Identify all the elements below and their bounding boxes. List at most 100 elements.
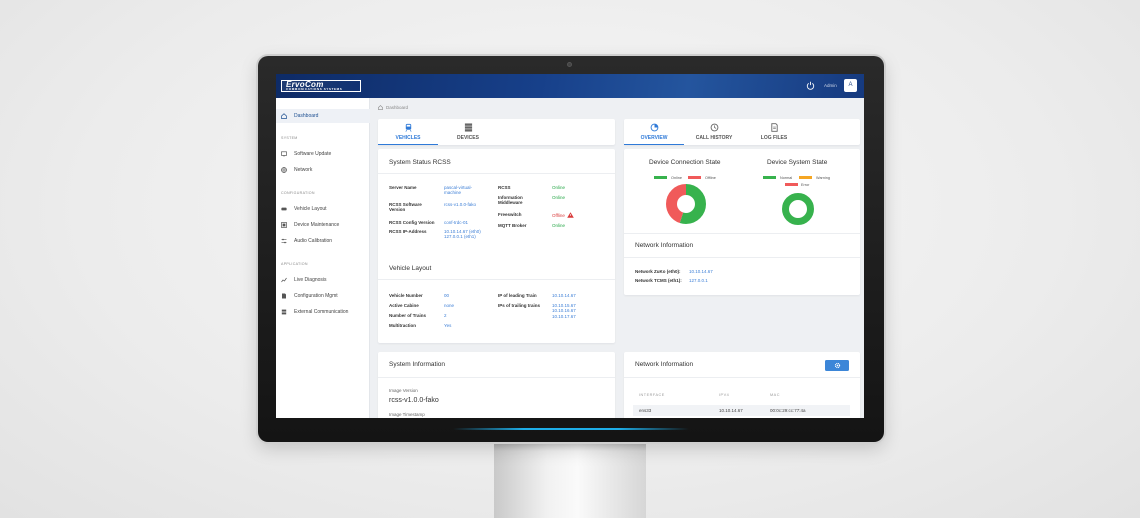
avatar[interactable]: A (844, 79, 857, 92)
network-tcms-label: Network TCMS (eth1): (635, 278, 682, 283)
tab-overview[interactable]: OVERVIEW (624, 119, 684, 145)
system-information-panel: System Information Image Version rcss-v1… (378, 352, 615, 418)
tab-label: VEHICLES (395, 135, 421, 141)
file-icon (282, 293, 286, 299)
number-of-trains-label: Number of Trains (389, 313, 427, 318)
train-icon (281, 207, 287, 211)
tab-label: DEVICES (457, 135, 479, 141)
network-table-title: Network Information (635, 361, 694, 368)
active-cabine-value: none (444, 303, 455, 308)
system-information-title: System Information (389, 361, 445, 368)
sidebar: Dashboard SYSTEM Software Update Network… (276, 98, 370, 418)
gear-icon (834, 362, 840, 369)
ip-line: 127.0.0.1 (eth1) (444, 234, 476, 240)
left-tabs: VEHICLES DEVICES (378, 119, 498, 145)
device-connection-donut (666, 184, 706, 224)
monitor-icon (281, 151, 287, 157)
sidebar-section-configuration: CONFIGURATION (281, 191, 315, 195)
tab-devices[interactable]: DEVICES (438, 119, 498, 145)
sidebar-section-system: SYSTEM (281, 136, 298, 140)
tab-label: LOG FILES (760, 135, 788, 141)
network-zuko-label: Network ZuKo (eth0): (635, 269, 681, 274)
right-tab-panel: OVERVIEW CALL HISTORY LOG FILES (624, 119, 860, 145)
divider (624, 233, 860, 234)
table-cell-ipv4: 10.10.14.67 (719, 408, 743, 413)
logo-subtext: COMMUNICATIONS SYSTEMS (286, 87, 343, 91)
breadcrumb-home-icon[interactable] (378, 105, 383, 111)
sidebar-item-label: Network (294, 167, 313, 173)
sidebar-item-audio-calibration[interactable]: Audio Calibration (276, 234, 370, 248)
legend-error-label: Error (801, 182, 810, 187)
sidebar-item-live-diagnosis[interactable]: Live Diagnosis (276, 273, 370, 287)
monitor-glow (453, 428, 689, 430)
monitor-stand (494, 441, 646, 518)
rcss-ip-address-label: RCSS IP-Address (389, 229, 427, 234)
chart-icon (281, 277, 287, 283)
service-rcss-label: RCSS (498, 185, 511, 190)
sidebar-item-configuration-mgmt[interactable]: Configuration Mgmt (276, 289, 370, 303)
document-icon (770, 123, 778, 132)
brand-logo[interactable]: ErvoCom COMMUNICATIONS SYSTEMS (281, 80, 361, 92)
monitor-stand-shadow (494, 441, 646, 451)
breadcrumb: Dashboard (378, 105, 408, 111)
monitor-camera (567, 62, 572, 67)
power-icon[interactable] (806, 81, 815, 90)
sidebar-item-device-maintenance[interactable]: Device Maintenance (276, 218, 370, 232)
legend-offline-label: Offline (705, 175, 716, 180)
left-tab-panel: VEHICLES DEVICES (378, 119, 615, 145)
service-freeswitch-label: Freeswitch (498, 212, 522, 217)
legend-normal-swatch (763, 176, 776, 179)
server-name-label: Server Name (389, 185, 417, 190)
tab-call-history[interactable]: CALL HISTORY (684, 119, 744, 145)
tab-vehicles[interactable]: VEHICLES (378, 119, 438, 145)
sidebar-item-label: Configuration Mgmt (294, 293, 338, 299)
legend-offline-swatch (688, 176, 701, 179)
ip-line: 10.10.17.67 (552, 313, 576, 319)
sidebar-item-software-update[interactable]: Software Update (276, 147, 370, 161)
sidebar-item-label: Live Diagnosis (294, 277, 327, 283)
label-line: Version (389, 207, 406, 213)
image-version-value: rcss-v1.0.0-fako (389, 397, 439, 404)
device-connection-title: Device Connection State (649, 159, 721, 166)
vehicle-number-label: Vehicle Number (389, 293, 423, 298)
rcss-config-version-value: conf-trdc-01 (444, 220, 469, 225)
top-bar: ErvoCom COMMUNICATIONS SYSTEMS Admin A (276, 74, 864, 98)
network-settings-button[interactable] (825, 360, 849, 371)
table-cell-interface: ens33 (639, 408, 652, 413)
sidebar-section-application: APPLICATION (281, 262, 308, 266)
sidebar-item-network[interactable]: Network (276, 163, 370, 177)
sidebar-item-label: Device Maintenance (294, 222, 340, 228)
system-status-panel: System Status RCSS Server Name pascal-vi… (378, 149, 615, 343)
image-timestamp-label: Image Timestamp (389, 412, 425, 417)
admin-label: Admin (824, 83, 837, 88)
sidebar-item-label: Audio Calibration (294, 238, 333, 244)
service-information-middleware-state: Online (552, 195, 566, 200)
network-tcms-value: 127.0.0.1 (689, 278, 708, 283)
server-name-line: machine (444, 190, 462, 196)
overview-panel: Device Connection State Online Offline D… (624, 149, 860, 295)
sidebar-item-dashboard[interactable]: Dashboard (276, 109, 370, 123)
ips-trailing-trains-label: IPs of trailing trains (498, 303, 541, 308)
breadcrumb-current[interactable]: Dashboard (386, 105, 408, 110)
sidebar-item-label: Vehicle Layout (294, 206, 327, 212)
overview-icon (650, 123, 658, 132)
ip-leading-train-label: IP of leading Train (498, 293, 537, 298)
table-row[interactable]: ens33 10.10.14.67 00:0c:29:cc:77:4a (633, 405, 850, 416)
rcss-config-version-label: RCSS Config Version (389, 220, 435, 225)
tab-label: CALL HISTORY (695, 135, 733, 141)
rcss-software-version-value: rcss-v1.0.0-fako (444, 202, 477, 207)
multitraction-value: Yes (444, 323, 452, 328)
sidebar-item-external-communication[interactable]: External Communication (276, 305, 370, 319)
sidebar-item-vehicle-layout[interactable]: Vehicle Layout (276, 202, 370, 216)
legend-warning-label: Warning (816, 175, 830, 180)
system-status-title: System Status RCSS (389, 159, 451, 166)
divider (378, 279, 615, 280)
multitraction-label: Multitraction (389, 323, 416, 328)
network-zuko-value: 10.10.14.67 (689, 269, 713, 274)
service-information-middleware-label: Information Middleware (498, 195, 523, 206)
divider (624, 257, 860, 258)
divider (378, 173, 615, 174)
legend-warning-swatch (799, 176, 812, 179)
divider (378, 377, 615, 378)
tab-log-files[interactable]: LOG FILES (744, 119, 804, 145)
